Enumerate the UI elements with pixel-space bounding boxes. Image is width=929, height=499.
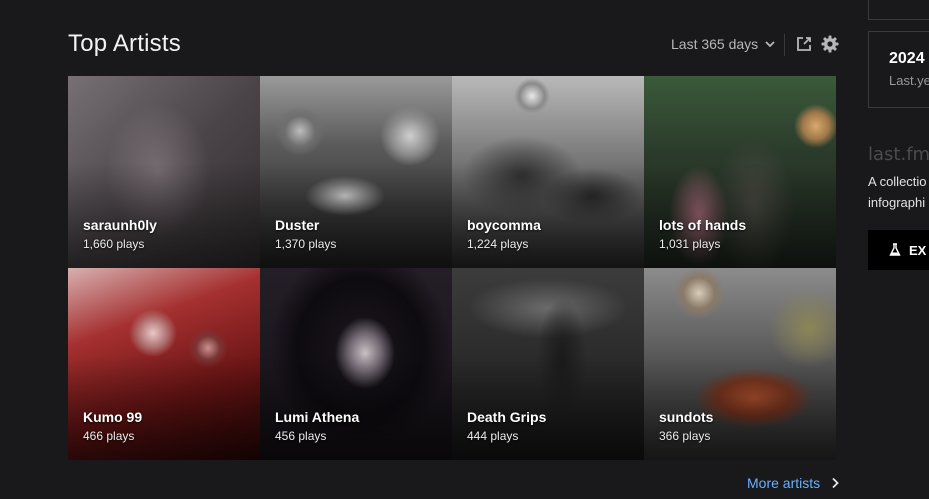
artist-name: Lumi Athena: [275, 409, 360, 425]
lastfm-logo: last.fm: [868, 144, 929, 165]
artist-tile[interactable]: sundots 366 plays: [644, 268, 836, 460]
artist-plays: 456 plays: [275, 429, 327, 443]
report-year: 2024: [889, 50, 925, 67]
gear-icon[interactable]: [820, 34, 840, 54]
artist-name: saraunh0ly: [83, 217, 157, 233]
artist-plays: 444 plays: [467, 429, 519, 443]
right-panel-top-card: [868, 0, 929, 20]
chevron-right-icon: [832, 477, 839, 489]
period-label: Last 365 days: [671, 36, 759, 52]
artist-plays: 1,370 plays: [275, 237, 337, 251]
artist-tile[interactable]: Duster 1,370 plays: [260, 76, 452, 268]
chevron-down-icon: [765, 41, 775, 48]
artist-name: Duster: [275, 217, 320, 233]
artist-tile[interactable]: Lumi Athena 456 plays: [260, 268, 452, 460]
header-divider: [784, 34, 785, 56]
artist-grid: saraunh0ly 1,660 plays Duster 1,370 play…: [68, 76, 836, 460]
artist-plays: 1,031 plays: [659, 237, 721, 251]
share-icon[interactable]: [794, 34, 814, 54]
explore-button-label: EX: [909, 242, 927, 258]
artist-name: lots of hands: [659, 217, 747, 233]
flask-icon: [889, 243, 901, 256]
more-artists-label: More artists: [747, 475, 821, 491]
section-title: Top Artists: [68, 30, 181, 57]
artist-name: sundots: [659, 409, 714, 425]
more-artists-link[interactable]: More artists: [747, 475, 840, 491]
artist-plays: 1,660 plays: [83, 237, 145, 251]
explore-button[interactable]: EX: [868, 230, 929, 270]
artist-tile[interactable]: saraunh0ly 1,660 plays: [68, 76, 260, 268]
top-artists-header: Top Artists Last 365 days: [68, 28, 840, 62]
promo-description-line2: infographi: [868, 195, 926, 210]
artist-tile[interactable]: Kumo 99 466 plays: [68, 268, 260, 460]
period-dropdown[interactable]: Last 365 days: [671, 36, 776, 52]
artist-plays: 1,224 plays: [467, 237, 529, 251]
artist-name: boycomma: [467, 217, 541, 233]
artist-tile[interactable]: boycomma 1,224 plays: [452, 76, 644, 268]
artist-plays: 466 plays: [83, 429, 135, 443]
year-report-card[interactable]: 2024 Last.ye: [868, 31, 929, 108]
promo-description-line1: A collectio: [868, 174, 927, 189]
artist-name: Kumo 99: [83, 409, 143, 425]
artist-tile[interactable]: Death Grips 444 plays: [452, 268, 644, 460]
artist-tile[interactable]: lots of hands 1,031 plays: [644, 76, 836, 268]
artist-name: Death Grips: [467, 409, 547, 425]
report-subtitle: Last.ye: [889, 73, 929, 88]
artist-plays: 366 plays: [659, 429, 711, 443]
